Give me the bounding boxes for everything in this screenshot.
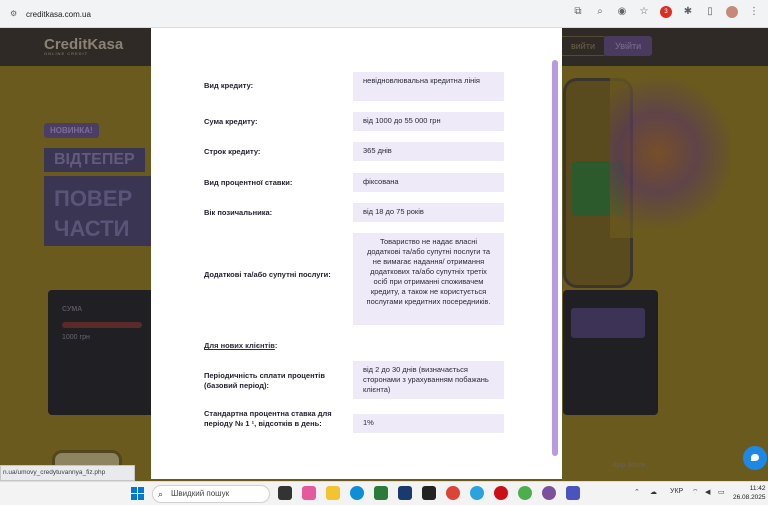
- calc-amount-label: СУМА: [62, 306, 83, 313]
- calc-result-panel: [563, 290, 658, 415]
- terms-label: Додаткові та/або супутні послуги:: [204, 270, 331, 279]
- store-icon[interactable]: [374, 486, 388, 500]
- language-indicator[interactable]: УКР: [670, 488, 683, 495]
- viber-icon[interactable]: [542, 486, 556, 500]
- utorrent-icon[interactable]: [518, 486, 532, 500]
- browser-toolbar: ⚙ creditkasa.com.ua ⧉ ⌕ ◉ ☆ 3 ✱ ▯ ⋮: [0, 0, 768, 28]
- site-logo[interactable]: CreditKasa ONLINE CREDIT: [44, 36, 123, 56]
- status-bar-link: n.ua/umovy_credytuvannya_fiz.php: [0, 465, 135, 481]
- taskbar-search[interactable]: ⌕ Швидкий пошук: [152, 485, 270, 503]
- search-icon: ⌕: [158, 489, 164, 499]
- terms-label: Вік позичальника:: [204, 208, 273, 217]
- menu-kebab-icon[interactable]: ⋮: [748, 6, 760, 18]
- copilot-icon[interactable]: [302, 486, 316, 500]
- app-store-label[interactable]: App Store: [612, 462, 645, 469]
- windows-taskbar: ⌕ Швидкий пошук ⌃ ☁ УКР ⌔ ◀ ▭ 11:42 26.0…: [0, 481, 768, 505]
- hero-heading-2: ПОВЕР ЧАСТИ: [44, 176, 154, 246]
- header-button-exit[interactable]: вийти: [560, 36, 606, 56]
- opera-icon[interactable]: [494, 486, 508, 500]
- new-clients-link-row: Для нових клієнтів:: [204, 341, 277, 350]
- zoom-icon[interactable]: ⌕: [594, 6, 606, 18]
- install-app-icon[interactable]: ⧉: [572, 6, 584, 18]
- calc-submit-button[interactable]: [571, 308, 645, 338]
- new-clients-link[interactable]: Для нових клієнтів: [204, 341, 275, 350]
- task-view-icon[interactable]: [278, 486, 292, 500]
- terms-label: Вид кредиту:: [204, 81, 254, 90]
- terms-value: невідновлювальна кредитна лінія: [353, 72, 504, 101]
- loan-calculator: СУМА 1000 грн: [48, 290, 158, 415]
- new-clients-colon: :: [274, 341, 278, 350]
- new-badge: НОВИНКА!: [44, 123, 99, 138]
- terms-label: Стандартна процентна ставка для періоду …: [204, 409, 332, 428]
- hero-heading-1: ВІДТЕПЕР: [44, 148, 145, 172]
- windows-start-icon[interactable]: [131, 487, 144, 500]
- profile-avatar[interactable]: [726, 6, 738, 18]
- browser-action-icons: ⧉ ⌕ ◉ ☆ 3 ✱ ▯ ⋮: [572, 6, 760, 18]
- address-bar[interactable]: ⚙ creditkasa.com.ua: [4, 4, 604, 24]
- clock-date: 26.08.2025: [733, 494, 766, 501]
- chrome-icon[interactable]: [446, 486, 460, 500]
- volume-icon[interactable]: ◀: [705, 488, 710, 496]
- site-info-icon[interactable]: ⚙: [10, 9, 20, 19]
- extension-badge-icon[interactable]: 3: [660, 6, 672, 18]
- teams-icon[interactable]: [566, 486, 580, 500]
- file-explorer-icon[interactable]: [326, 486, 340, 500]
- clock-time: 11:42: [749, 485, 766, 492]
- extensions-puzzle-icon[interactable]: ✱: [682, 6, 694, 18]
- terms-label: Строк кредиту:: [204, 147, 261, 156]
- edge-icon[interactable]: [350, 486, 364, 500]
- wifi-icon[interactable]: ⌔: [692, 488, 699, 497]
- bookmark-star-icon[interactable]: ☆: [638, 6, 650, 18]
- terms-label: Періодичність сплати процентів (базовий …: [204, 371, 325, 390]
- app-l-icon[interactable]: [398, 486, 412, 500]
- terms-value: Товариство не надає власні додаткові та/…: [353, 233, 504, 325]
- terms-value: від 1000 до 55 000 грн: [353, 112, 504, 131]
- terms-value: 1%: [353, 414, 504, 433]
- terms-value: від 18 до 75 років: [353, 203, 504, 222]
- cloud-icon[interactable]: ☁: [650, 488, 657, 496]
- calc-slider[interactable]: [62, 322, 142, 328]
- calc-amount-value: 1000 грн: [62, 334, 90, 341]
- header-button-login[interactable]: Увійти: [604, 36, 653, 56]
- modal-scrollbar[interactable]: [552, 60, 558, 456]
- url-text: creditkasa.com.ua: [26, 9, 91, 19]
- terms-value: фіксована: [353, 173, 504, 192]
- tray-chevron-icon[interactable]: ⌃: [634, 488, 640, 496]
- terms-value: 365 днів: [353, 142, 504, 161]
- chat-widget-button[interactable]: [743, 446, 767, 470]
- side-panel-icon[interactable]: ▯: [704, 6, 716, 18]
- dropbox-icon[interactable]: [422, 486, 436, 500]
- search-placeholder: Швидкий пошук: [171, 489, 230, 498]
- terms-label: Сума кредиту:: [204, 117, 258, 126]
- terms-label: Вид процентної ставки:: [204, 178, 293, 187]
- eye-off-icon[interactable]: ◉: [616, 6, 628, 18]
- telegram-icon[interactable]: [470, 486, 484, 500]
- terms-value: від 2 до 30 днів (визначається сторонами…: [353, 361, 504, 399]
- battery-icon[interactable]: ▭: [718, 488, 725, 496]
- system-clock[interactable]: 11:42 26.08.2025: [733, 484, 766, 502]
- decorative-art: [610, 68, 730, 238]
